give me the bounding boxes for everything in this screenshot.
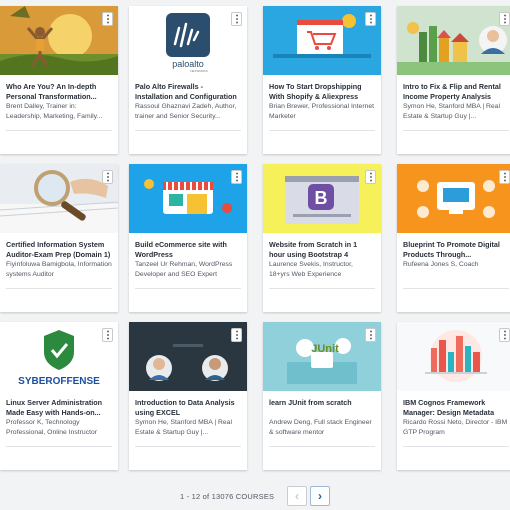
card-menu-button[interactable]: ⋮: [231, 170, 242, 184]
card-divider: [269, 130, 375, 131]
course-card[interactable]: ⋮ Introduction to Data Analysis using EX…: [129, 322, 247, 470]
card-divider: [6, 130, 112, 131]
course-thumbnail[interactable]: [397, 164, 510, 233]
city-skyline-illustration: [397, 322, 510, 391]
course-title[interactable]: Build eCommerce site with WordPress: [135, 240, 241, 259]
course-thumbnail[interactable]: [129, 322, 247, 391]
course-thumbnail[interactable]: B: [263, 164, 381, 233]
course-instructor: Ricardo Rossi Neto, Director - IBM GTP P…: [403, 419, 508, 436]
storefront-illustration: [129, 164, 247, 233]
card-menu-button[interactable]: ⋮: [365, 12, 376, 26]
course-thumbnail[interactable]: [129, 164, 247, 233]
card-menu-button[interactable]: ⋮: [231, 328, 242, 342]
course-title[interactable]: IBM Cognos Framework Manager: Design Met…: [403, 398, 509, 417]
course-card[interactable]: paloalto NETWORKS ⋮ Palo Alto Firewalls …: [129, 6, 247, 154]
svg-text:SYBEROFFENSE: SYBEROFFENSE: [18, 376, 100, 387]
card-menu-button[interactable]: ⋮: [102, 12, 113, 26]
card-menu-button[interactable]: ⋮: [365, 170, 376, 184]
course-thumbnail[interactable]: [0, 164, 118, 233]
junit-logo: JUnit: [263, 322, 381, 391]
course-title[interactable]: Blueprint To Promote Digital Products Th…: [403, 240, 509, 259]
course-title[interactable]: Palo Alto Firewalls - Installation and C…: [135, 82, 241, 101]
digital-products-illustration: [397, 164, 510, 233]
course-instructor: Laurence Svekis, Instructor, 18+yrs Web …: [269, 261, 353, 278]
shopping-cart-illustration: [263, 6, 381, 75]
course-card[interactable]: ⋮ Build eCommerce site with WordPress Ta…: [129, 164, 247, 312]
chevron-right-icon: ›: [318, 489, 322, 503]
course-thumbnail[interactable]: [397, 322, 510, 391]
course-thumbnail[interactable]: [263, 6, 381, 75]
course-instructor: Fiyinfoluwa Bamigbola, Information syste…: [6, 261, 112, 278]
course-card[interactable]: ⋮ IBM Cognos Framework Manager: Design M…: [397, 322, 510, 470]
course-thumbnail[interactable]: JUnit: [263, 322, 381, 391]
course-title[interactable]: Introduction to Data Analysis using EXCE…: [135, 398, 241, 417]
course-thumbnail[interactable]: paloalto NETWORKS: [129, 6, 247, 75]
card-menu-button[interactable]: ⋮: [102, 328, 113, 342]
magnifier-illustration: [0, 164, 118, 233]
card-divider: [135, 446, 241, 447]
course-card[interactable]: ⋮ Blueprint To Promote Digital Products …: [397, 164, 510, 312]
course-instructor: Brian Brewer, Professional Internet Mark…: [269, 103, 375, 120]
course-grid: ⋮ Who Are You? An In-depth Personal Tran…: [0, 0, 510, 480]
pagination-summary: 1 - 12 of 13076 COURSES: [180, 492, 275, 501]
course-instructor: Rassoul Ghaznavi Zadeh, Author, trainer …: [135, 103, 237, 120]
bootstrap-logo: B: [263, 164, 381, 233]
course-title[interactable]: learn JUnit from scratch: [269, 398, 375, 408]
paloalto-logo: paloalto NETWORKS: [129, 6, 247, 75]
svg-text:paloalto: paloalto: [172, 59, 204, 69]
card-menu-button[interactable]: ⋮: [499, 328, 510, 342]
course-instructor: Tanzeel Ur Rehman, WordPress Developer a…: [135, 261, 233, 278]
card-divider: [6, 446, 112, 447]
course-card[interactable]: ⋮ Who Are You? An In-depth Personal Tran…: [0, 6, 118, 154]
instructors-photo: [129, 322, 247, 391]
course-card[interactable]: SYBEROFFENSE ⋮ Linux Server Administrati…: [0, 322, 118, 470]
previous-page-button[interactable]: ‹: [287, 486, 307, 506]
svg-text:B: B: [315, 188, 328, 208]
course-instructor: Rufeena Jones S, Coach: [403, 261, 479, 268]
chevron-left-icon: ‹: [295, 489, 299, 503]
course-card[interactable]: ⋮ Intro to Fix & Flip and Rental Income …: [397, 6, 510, 154]
course-card[interactable]: JUnit ⋮ learn JUnit from scratch Andrew …: [263, 322, 381, 470]
card-divider: [135, 130, 241, 131]
course-instructor: Professor K, Technology Professional, On…: [6, 419, 98, 436]
card-divider: [269, 446, 375, 447]
card-divider: [403, 130, 509, 131]
course-card[interactable]: ⋮ Certified Information System Auditor-E…: [0, 164, 118, 312]
course-card[interactable]: B ⋮ Website from Scratch in 1 hour using…: [263, 164, 381, 312]
houses-illustration: [397, 6, 510, 75]
syberoffense-logo: SYBEROFFENSE: [0, 322, 118, 391]
course-thumbnail[interactable]: [397, 6, 510, 75]
course-title[interactable]: How To Start Dropshipping With Shopify &…: [269, 82, 375, 101]
svg-text:NETWORKS: NETWORKS: [190, 69, 207, 73]
course-instructor: Andrew Deng, Full stack Engineer & softw…: [269, 419, 372, 436]
card-menu-button[interactable]: ⋮: [231, 12, 242, 26]
card-menu-button[interactable]: ⋮: [102, 170, 113, 184]
card-menu-button[interactable]: ⋮: [499, 12, 510, 26]
card-menu-button[interactable]: ⋮: [365, 328, 376, 342]
course-title[interactable]: Linux Server Administration Made Easy wi…: [6, 398, 112, 417]
card-divider: [135, 288, 241, 289]
card-divider: [403, 446, 509, 447]
svg-text:JUnit: JUnit: [311, 343, 339, 355]
course-thumbnail[interactable]: SYBEROFFENSE: [0, 322, 118, 391]
course-title[interactable]: Intro to Fix & Flip and Rental Income Pr…: [403, 82, 509, 101]
card-divider: [6, 288, 112, 289]
course-thumbnail[interactable]: [0, 6, 118, 75]
man-sunset-illustration: [0, 6, 118, 75]
pagination: 1 - 12 of 13076 COURSES ‹ ›: [180, 486, 340, 508]
course-instructor: Symon He, Stanford MBA | Real Estate & S…: [135, 419, 232, 436]
card-menu-button[interactable]: ⋮: [499, 170, 510, 184]
card-divider: [269, 288, 375, 289]
course-title[interactable]: Who Are You? An In-depth Personal Transf…: [6, 82, 112, 101]
course-title[interactable]: Certified Information System Auditor-Exa…: [6, 240, 112, 259]
course-instructor: Symon He, Stanford MBA | Real Estate & S…: [403, 103, 500, 120]
course-instructor: Brent Dalley, Trainer in: Leadership, Ma…: [6, 103, 103, 120]
course-card[interactable]: ⋮ How To Start Dropshipping With Shopify…: [263, 6, 381, 154]
course-title[interactable]: Website from Scratch in 1 hour using Boo…: [269, 240, 375, 259]
next-page-button[interactable]: ›: [310, 486, 330, 506]
card-divider: [403, 288, 509, 289]
